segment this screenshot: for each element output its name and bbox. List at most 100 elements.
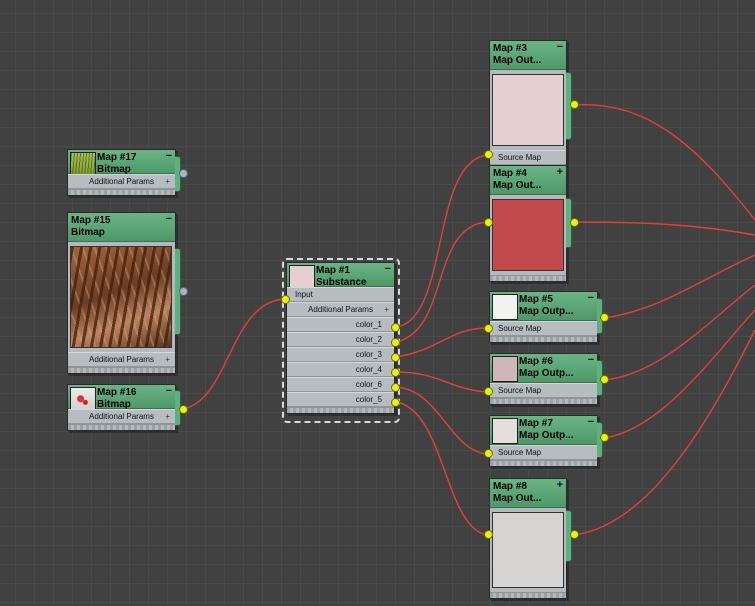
input-socket-map8[interactable] (484, 530, 493, 539)
bitmap-preview (70, 246, 172, 348)
wire-map7-out[interactable] (603, 309, 755, 439)
wire-color4-to-map6[interactable] (395, 371, 489, 393)
node-footer (287, 407, 394, 413)
source-map-slot[interactable]: Source Map (490, 150, 566, 165)
plus-icon: + (384, 305, 389, 314)
input-slot[interactable]: Input (287, 287, 394, 302)
node-map6[interactable]: Map #6 Map Outp... − Source Map (489, 353, 598, 405)
output-color-4[interactable]: color_4 (287, 362, 394, 377)
wire-color2-to-map4[interactable] (395, 221, 489, 343)
source-map-slot[interactable]: Source Map (490, 445, 597, 460)
additional-params-rollout[interactable]: Additional Params + (68, 174, 175, 189)
output-socket-map16[interactable] (179, 405, 188, 414)
input-socket-map6[interactable] (484, 387, 493, 396)
expand-icon[interactable]: + (557, 479, 563, 491)
source-map-slot[interactable]: Source Map (490, 383, 597, 398)
output-color-2[interactable]: color_2 (287, 332, 394, 347)
source-map-slot[interactable]: Source Map (490, 321, 597, 336)
output-color-5[interactable]: color_5 (287, 392, 394, 407)
node-title: Map #5 (519, 294, 553, 305)
collapse-icon[interactable]: − (588, 354, 594, 366)
node-map4[interactable]: Map #4 Map Out... + (489, 165, 567, 282)
node-header[interactable]: Map #3 Map Out... − (490, 41, 566, 70)
node-map5[interactable]: Map #5 Map Outp... − Source Map (489, 291, 598, 343)
input-socket-map4[interactable] (484, 218, 493, 227)
expand-icon[interactable]: + (557, 166, 563, 178)
node-header[interactable]: Map #7 Map Outp... − (490, 416, 597, 445)
node-map16[interactable]: Map #16 Bitmap − Additional Params + (67, 384, 176, 431)
collapse-icon[interactable]: − (557, 41, 563, 53)
wire-map4-out[interactable] (573, 221, 755, 236)
node-type: Map Outp... (519, 368, 574, 379)
collapse-icon[interactable]: − (166, 150, 172, 162)
node-map7[interactable]: Map #7 Map Outp... − Source Map (489, 415, 598, 467)
output-socket-map7[interactable] (600, 433, 609, 442)
additional-params-rollout[interactable]: Additional Params + (68, 352, 175, 367)
node-header[interactable]: Map #15 Bitmap − (68, 213, 175, 242)
wire-color3-to-map5[interactable] (395, 327, 489, 358)
node-type: Map Out... (493, 55, 542, 66)
output-socket-map17[interactable] (179, 169, 188, 178)
output-socket-map8[interactable] (570, 530, 579, 539)
collapse-icon[interactable]: − (588, 292, 594, 304)
wire-color5-to-map8[interactable] (395, 401, 489, 536)
output-socket-color1[interactable] (391, 323, 400, 332)
output-socket-color6[interactable] (391, 383, 400, 392)
node-title: Map #17 (97, 152, 137, 163)
input-socket-map3[interactable] (484, 150, 493, 159)
wire-map5-out[interactable] (603, 254, 755, 319)
node-type: Map Outp... (519, 430, 574, 441)
output-socket-map4[interactable] (570, 218, 579, 227)
input-socket-map1[interactable] (281, 295, 290, 304)
node-title: Map #4 (493, 168, 527, 179)
color-preview (492, 74, 564, 146)
node-map17[interactable]: Map #17 Bitmap − Additional Params + (67, 149, 176, 196)
color-thumbnail (492, 356, 518, 382)
node-footer (490, 336, 597, 342)
node-map15[interactable]: Map #15 Bitmap − Additional Params + (67, 212, 176, 374)
output-socket-color2[interactable] (391, 338, 400, 347)
wire-color6-to-map7[interactable] (395, 386, 489, 455)
node-title: Map #8 (493, 481, 527, 492)
additional-params-rollout[interactable]: Additional Params + (68, 409, 175, 424)
wire-map3-out[interactable] (573, 103, 755, 221)
node-footer (68, 189, 175, 195)
output-color-1[interactable]: color_1 (287, 317, 394, 332)
collapse-icon[interactable]: − (166, 385, 172, 397)
node-header[interactable]: Map #8 Map Out... + (490, 479, 566, 508)
output-socket-map3[interactable] (570, 100, 579, 109)
output-color-6[interactable]: color_6 (287, 377, 394, 392)
slate-node-view[interactable]: Map #17 Bitmap − Additional Params + Map… (0, 0, 755, 606)
input-socket-map5[interactable] (484, 324, 493, 333)
node-map8[interactable]: Map #8 Map Out... + (489, 478, 567, 599)
color-thumbnail (492, 294, 518, 320)
additional-params-rollout[interactable]: Additional Params + (287, 302, 394, 317)
output-socket-color5[interactable] (391, 398, 400, 407)
node-type: Bitmap (71, 227, 105, 238)
node-header[interactable]: Map #17 Bitmap − (68, 150, 175, 178)
node-header[interactable]: Map #6 Map Outp... − (490, 354, 597, 383)
node-header[interactable]: Map #4 Map Out... + (490, 166, 566, 195)
output-socket-map5[interactable] (600, 313, 609, 322)
node-title: Map #7 (519, 418, 553, 429)
node-title: Map #3 (493, 43, 527, 54)
node-type: Map Outp... (519, 306, 574, 317)
node-header[interactable]: Map #1 Substance − (287, 263, 394, 291)
collapse-icon[interactable]: − (588, 416, 594, 428)
wire-color1-to-map3[interactable] (395, 154, 489, 328)
output-socket-color3[interactable] (391, 353, 400, 362)
output-socket-color4[interactable] (391, 368, 400, 377)
collapse-icon[interactable]: − (385, 263, 391, 275)
input-socket-map7[interactable] (484, 449, 493, 458)
wire-map6-out[interactable] (603, 284, 755, 381)
node-header[interactable]: Map #5 Map Outp... − (490, 292, 597, 321)
output-socket-map15[interactable] (179, 287, 188, 296)
collapse-icon[interactable]: − (166, 213, 172, 225)
node-title: Map #15 (71, 215, 111, 226)
output-color-3[interactable]: color_3 (287, 347, 394, 362)
node-map3[interactable]: Map #3 Map Out... − Source Map (489, 40, 567, 172)
output-socket-map6[interactable] (600, 375, 609, 384)
node-map1-substance[interactable]: Map #1 Substance − Input Additional Para… (286, 262, 395, 414)
node-header[interactable]: Map #16 Bitmap − (68, 385, 175, 413)
wire-map16-to-map1-input[interactable] (182, 298, 287, 410)
